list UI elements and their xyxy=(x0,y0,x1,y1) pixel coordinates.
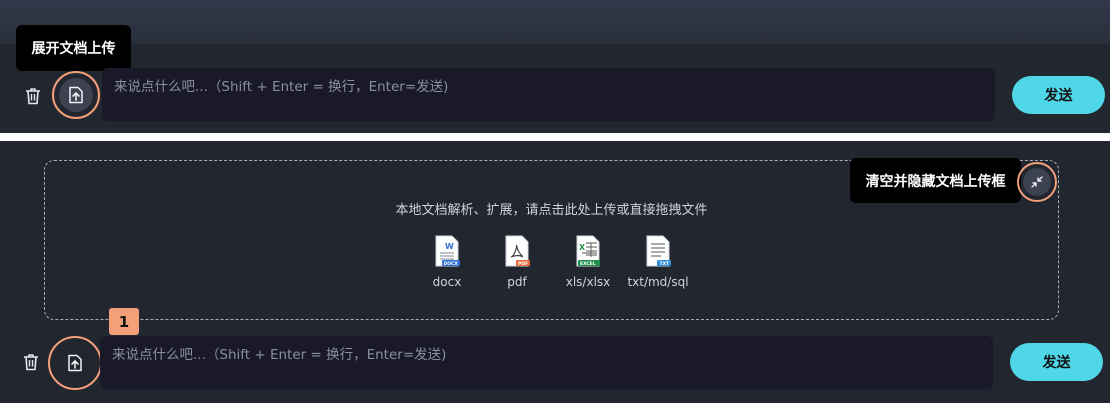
upload-toggle-highlight xyxy=(48,336,102,390)
top-send-button[interactable]: 发送 xyxy=(1012,76,1105,114)
panel-divider xyxy=(0,133,1110,141)
filetype-excel: X EXCEL xls/xlsx xyxy=(556,235,620,289)
filetype-tag: EXCEL xyxy=(580,261,596,267)
top-header-bar xyxy=(0,0,1110,44)
expand-upload-highlight xyxy=(52,71,100,119)
tooltip-text: 清空并隐藏文档上传框 xyxy=(865,173,1006,190)
filetype-tag: DOCX xyxy=(444,261,459,267)
svg-text:W: W xyxy=(445,242,454,251)
clear-chat-button[interactable] xyxy=(22,352,40,372)
clear-chat-button[interactable] xyxy=(24,86,42,106)
top-message-input[interactable]: 来说点什么吧...（Shift + Enter = 换行，Enter=发送) xyxy=(102,68,995,121)
file-upload-icon xyxy=(69,86,83,104)
collapse-upload-button[interactable] xyxy=(1023,168,1051,196)
clear-hide-upload-tooltip: 清空并隐藏文档上传框 xyxy=(850,158,1021,203)
filetype-txt: TXT txt/md/sql xyxy=(626,235,690,289)
pdf-file-icon: PDF xyxy=(505,235,530,267)
expand-upload-button[interactable] xyxy=(59,78,93,112)
step-badge: 1 xyxy=(109,308,139,335)
svg-text:X: X xyxy=(579,243,586,252)
filetype-label: docx xyxy=(432,275,462,289)
expand-upload-tooltip: 展开文档上传 xyxy=(16,25,131,71)
collapse-upload-highlight xyxy=(1017,162,1057,202)
collapse-icon xyxy=(1031,176,1043,188)
text-file-icon: TXT xyxy=(646,235,671,267)
bottom-send-button[interactable]: 发送 xyxy=(1010,343,1103,381)
upload-toggle-button[interactable] xyxy=(58,346,92,380)
excel-file-icon: X EXCEL xyxy=(576,235,600,267)
filetype-label: txt/md/sql xyxy=(627,275,689,289)
tooltip-text: 展开文档上传 xyxy=(31,41,116,57)
input-placeholder: 来说点什么吧...（Shift + Enter = 换行，Enter=发送) xyxy=(114,79,449,95)
bottom-message-input[interactable]: 来说点什么吧...（Shift + Enter = 换行，Enter=发送) xyxy=(100,336,993,389)
filetype-label: xls/xlsx xyxy=(565,275,611,289)
input-placeholder: 来说点什么吧...（Shift + Enter = 换行，Enter=发送) xyxy=(112,347,447,363)
filetype-pdf: PDF pdf xyxy=(485,235,549,289)
filetype-tag: TXT xyxy=(660,261,671,267)
trash-icon xyxy=(24,354,38,371)
filetype-docx: W DOCX docx xyxy=(415,235,479,289)
file-upload-icon xyxy=(68,354,82,372)
filetype-label: pdf xyxy=(507,275,527,289)
word-file-icon: W DOCX xyxy=(435,235,460,267)
filetype-tag: PDF xyxy=(518,261,528,267)
trash-icon xyxy=(26,88,40,105)
